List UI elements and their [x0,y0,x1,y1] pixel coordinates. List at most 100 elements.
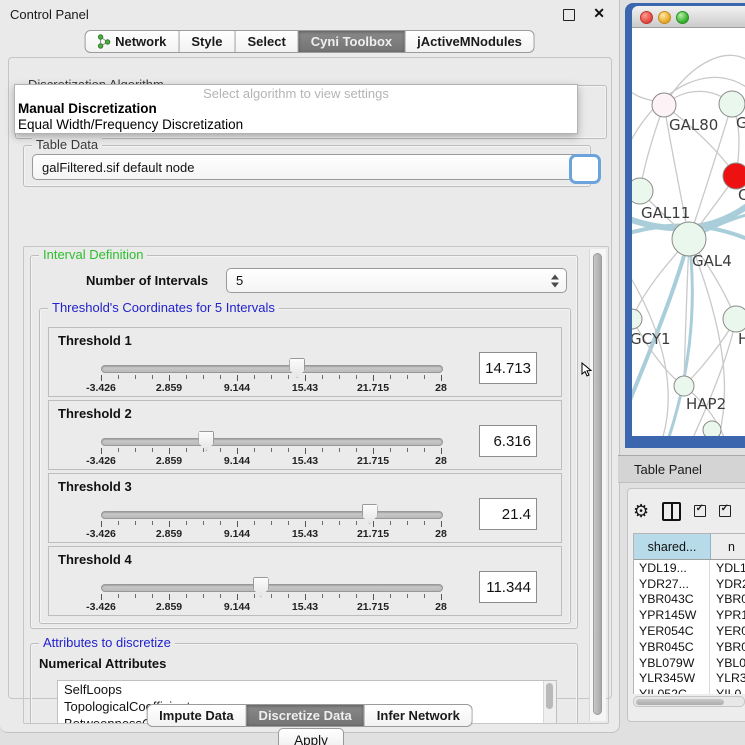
threshold-value-field[interactable]: 14.713 [479,352,537,384]
apply-button[interactable]: Apply [278,728,344,745]
tick-mark [169,448,170,454]
threshold-label: Threshold 4 [58,552,132,567]
tab-style[interactable]: Style [179,30,235,53]
slider-tick-labels: -3.4262.8599.14415.4321.71528 [101,528,441,540]
zoom-light-icon[interactable] [676,11,689,24]
tick-mark [356,375,357,379]
num-intervals-combobox[interactable]: 5 [226,268,567,293]
tab-impute-data[interactable]: Impute Data [146,704,246,727]
table-toolbar: ⚙ [633,498,745,524]
network-canvas[interactable]: GAL80GACGAL11GAL4GCY1HAHAP2 [632,28,745,436]
tab-network[interactable]: Network [84,30,179,53]
tick-mark [186,448,187,452]
algorithm-dropdown-popup: Select algorithm to view settings Manual… [14,84,578,134]
table-row[interactable]: YIL052CYIL0 [634,686,745,694]
table-row[interactable]: YBL079WYBL0 [634,655,745,671]
cell-shared-name: YER054C [634,623,710,639]
popup-hint-item[interactable]: Select algorithm to view settings [15,85,577,101]
node[interactable] [723,306,745,332]
network-window-titlebar[interactable] [632,6,745,28]
threshold-value-field[interactable]: 6.316 [479,425,537,457]
minimize-light-icon[interactable] [658,11,671,24]
tab-jactivemnodules[interactable]: jActiveMNodules [405,30,535,53]
tick-mark [118,448,119,452]
column-header-name[interactable]: n [711,534,745,559]
num-intervals-value: 5 [236,273,243,288]
tick-mark [441,448,442,454]
popup-option-equal-width-frequency-discretization[interactable]: Equal Width/Frequency Discretization [15,117,577,133]
tick-mark [373,375,374,381]
gcy1-node[interactable] [632,309,642,329]
slider-track[interactable] [101,438,443,446]
tick-mark [203,521,204,525]
hap2-node[interactable] [674,376,694,396]
threshold-value-field[interactable]: 21.4 [479,498,537,530]
slider-track[interactable] [101,365,443,373]
algorithm-combobox[interactable] [569,154,601,184]
table-row[interactable]: YLR345WYLR3 [634,671,745,687]
float-icon[interactable] [563,9,575,21]
tab-label: Network [115,34,166,49]
cell-name: YIL0 [710,686,745,694]
cell-shared-name: YLR345W [634,671,710,687]
tick-mark [339,448,340,452]
tick-label: 28 [435,455,447,467]
popup-option-manual-discretization[interactable]: Manual Discretization [15,101,577,117]
cell-shared-name: YDL19... [634,560,710,576]
cell-shared-name: YBR045C [634,639,710,655]
table-data-combobox[interactable]: galFiltered.sif default node [32,154,590,180]
table-row[interactable]: YBR043CYBR0 [634,592,745,608]
tick-label: 21.715 [357,601,389,613]
table-row[interactable]: YPR145WYPR1 [634,607,745,623]
tick-mark [305,448,306,454]
checkbox-icon[interactable] [719,505,731,517]
tick-mark [441,375,442,381]
tick-mark [135,594,136,598]
gal11-node[interactable] [632,178,653,204]
table-row[interactable]: YER054CYER0 [634,623,745,639]
checkbox-icon[interactable] [694,505,706,517]
tab-select[interactable]: Select [235,30,298,53]
tick-mark [135,448,136,452]
split-columns-icon[interactable] [662,502,681,521]
cell-shared-name: YDR27... [634,576,710,592]
tick-label: 15.43 [292,528,318,540]
tick-mark [356,448,357,452]
table-horizontal-scrollbar[interactable] [633,696,745,707]
tick-mark [101,375,102,381]
threshold-value-field[interactable]: 11.344 [479,571,537,603]
gal80-node[interactable] [652,93,676,117]
table-row[interactable]: YBR045CYBR0 [634,639,745,655]
close-light-icon[interactable] [640,11,653,24]
tab-discretize-data[interactable]: Discretize Data [247,704,365,727]
tick-mark [271,521,272,525]
tick-mark [390,448,391,452]
slider-ticks [101,375,441,382]
list-scrollbar[interactable] [543,681,556,724]
gal4-node[interactable] [672,222,706,256]
tick-mark [271,375,272,379]
attribute-item-selfloops[interactable]: SelfLoops [58,681,556,698]
tick-mark [101,521,102,527]
table-row[interactable]: YDR27...YDR2 [634,576,745,592]
tick-mark [220,448,221,452]
group-title: Table Data [32,137,102,153]
column-header-shared-name[interactable]: shared... [634,534,711,559]
slider-tick-labels: -3.4262.8599.14415.4321.71528 [101,455,441,467]
node[interactable] [703,421,721,436]
threshold-label: Threshold 1 [58,333,132,348]
tab-cyni-toolbox[interactable]: Cyni Toolbox [299,30,405,53]
slider-track[interactable] [101,584,443,592]
settings-scrollbar[interactable] [589,249,606,721]
slider-track[interactable] [101,511,443,519]
control-panel-window: Control Panel ✕ Network StyleSelectCyni T… [0,0,620,733]
cell-name: YBR0 [710,592,745,608]
tab-infer-network[interactable]: Infer Network [365,704,473,727]
tick-mark [424,375,425,379]
tick-label: -3.426 [86,382,116,394]
table-row[interactable]: YDL19...YDL1 [634,560,745,576]
gear-icon[interactable]: ⚙ [633,502,649,520]
table-panel-header: Table Panel [618,455,745,483]
close-icon[interactable]: ✕ [593,5,605,22]
control-panel-titlebar: Control Panel ✕ [0,0,619,28]
